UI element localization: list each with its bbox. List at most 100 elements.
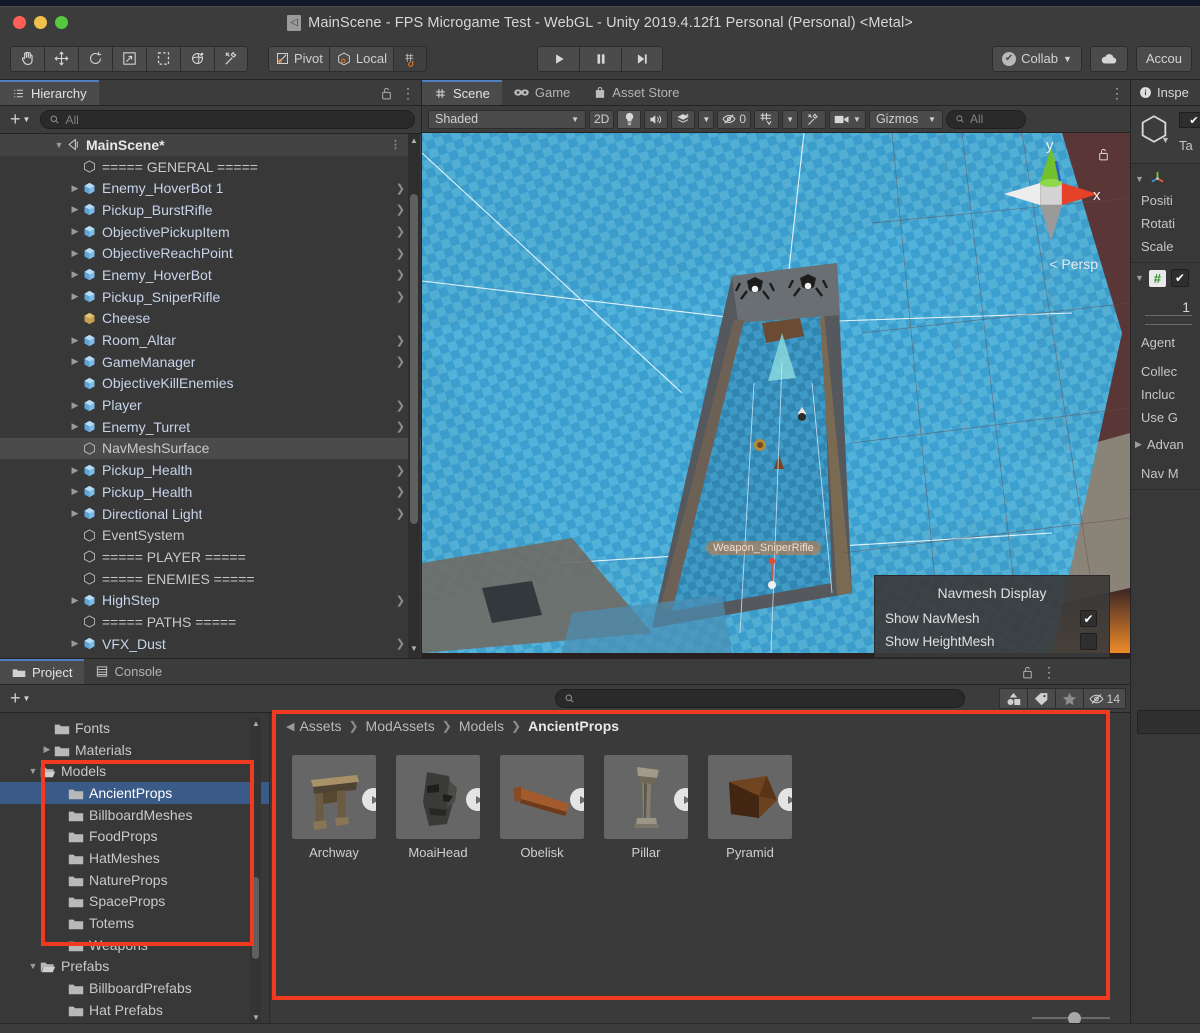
hierarchy-item-pickup-sniperrifle[interactable]: ▶ Pickup_SniperRifle ❯ (0, 286, 421, 308)
hidden-count-button[interactable]: 14 (1082, 688, 1126, 709)
scene-audio-button[interactable] (644, 109, 669, 129)
gizmo-persp-label[interactable]: < Persp (1049, 256, 1098, 272)
asset-item-pyramid[interactable]: Pyramid (708, 755, 792, 860)
hierarchy-item-highstep[interactable]: ▶ HighStep ❯ (0, 589, 421, 611)
hierarchy-item-eventsystem[interactable]: EventSystem (0, 524, 421, 546)
prefab-open-icon[interactable]: ❯ (396, 225, 405, 238)
scene-viewport[interactable]: Weapon_SniperRifle y x < Persp Navmesh D… (422, 133, 1130, 658)
hierarchy-item-general[interactable]: ===== GENERAL ===== (0, 156, 421, 178)
scene-search-input[interactable]: All (945, 109, 1026, 129)
scroll-up-button[interactable]: ▲ (408, 136, 420, 148)
expand-arrow-icon[interactable]: ▶ (68, 204, 82, 215)
prefab-open-icon[interactable]: ❯ (396, 399, 405, 412)
hierarchy-item-enemy-hoverbot-1[interactable]: ▶ Enemy_HoverBot 1 ❯ (0, 177, 421, 199)
custom-editor-tool-button[interactable] (214, 45, 248, 72)
hierarchy-item-paths[interactable]: ===== PATHS ===== (0, 611, 421, 633)
archway-thumbnail[interactable] (292, 755, 376, 839)
hierarchy-item-player[interactable]: ===== PLAYER ===== (0, 546, 421, 568)
grid-snap-button[interactable] (392, 45, 427, 72)
2d-toggle-button[interactable]: 2D (589, 109, 615, 129)
hierarchy-item-directional-light[interactable]: ▶ Directional Light ❯ (0, 503, 421, 525)
create-object-button[interactable]: + ▼ (6, 109, 34, 130)
expand-arrow-icon[interactable]: ▶ (68, 291, 82, 302)
expand-arrow-icon[interactable]: ▶ (68, 335, 82, 346)
hierarchy-item-objectivereachpoint[interactable]: ▶ ObjectiveReachPoint ❯ (0, 242, 421, 264)
chevron-right-icon[interactable]: ▶ (1135, 439, 1142, 450)
hierarchy-item-gamemanager[interactable]: ▶ GameManager ❯ (0, 351, 421, 373)
hierarchy-item-objectivepickupitem[interactable]: ▶ ObjectivePickupItem ❯ (0, 221, 421, 243)
move-tool-button[interactable] (44, 45, 78, 72)
project-folder-spaceprops[interactable]: SpaceProps (0, 891, 269, 913)
chevron-down-icon[interactable]: ▼ (1135, 273, 1144, 283)
breadcrumb-item-ancientprops[interactable]: AncientProps (528, 718, 619, 734)
breadcrumb-item-models[interactable]: Models (459, 718, 504, 734)
prefab-open-icon[interactable]: ❯ (396, 334, 405, 347)
prefab-open-icon[interactable]: ❯ (396, 594, 405, 607)
prefab-open-icon[interactable]: ❯ (396, 182, 405, 195)
project-folder-billboardprefabs[interactable]: BillboardPrefabs (0, 977, 269, 999)
prefab-open-icon[interactable]: ❯ (396, 203, 405, 216)
show-heightmesh-row[interactable]: Show HeightMesh (875, 630, 1109, 653)
scroll-down-button[interactable]: ▼ (408, 644, 420, 656)
scene-lighting-button[interactable] (617, 109, 642, 129)
expand-arrow-icon[interactable]: ▶ (68, 465, 82, 476)
chevron-down-icon[interactable]: ▼ (1161, 135, 1170, 145)
tab-inspector-label[interactable]: Inspe (1157, 85, 1189, 100)
project-folder-fonts[interactable]: Fonts (0, 717, 269, 739)
advanced-foldout[interactable]: ▶ Advan (1131, 435, 1200, 454)
expand-arrow-icon[interactable]: ▶ (68, 486, 82, 497)
obelisk-thumbnail[interactable] (500, 755, 584, 839)
agent-index-value[interactable]: 1 (1145, 299, 1192, 316)
show-heightmesh-checkbox[interactable] (1080, 633, 1097, 650)
breadcrumb-back-arrow[interactable]: ◀ (286, 720, 294, 733)
hierarchy-list[interactable]: ▼ MainScene* ⋮ ===== GENERAL ===== ▶ Enemy… (0, 134, 421, 658)
tab-scene[interactable]: Scene (422, 80, 502, 105)
hierarchy-item-objectivekillenemies[interactable]: ObjectiveKillEnemies (0, 373, 421, 395)
hierarchy-item-enemy-turret[interactable]: ▶ Enemy_Turret ❯ (0, 416, 421, 438)
collab-button[interactable]: ✔ Collab ▼ (992, 45, 1082, 72)
transform-header[interactable]: ▼ (1131, 168, 1200, 189)
project-search-input[interactable] (555, 689, 965, 708)
prefab-open-icon[interactable]: ❯ (396, 464, 405, 477)
tab-console[interactable]: Console (84, 659, 174, 684)
prefab-open-icon[interactable]: ❯ (396, 247, 405, 260)
hierarchy-item-enemy-hoverbot[interactable]: ▶ Enemy_HoverBot ❯ (0, 264, 421, 286)
hierarchy-item-navmeshsurface[interactable]: NavMeshSurface (0, 437, 421, 460)
project-folder-materials[interactable]: ▶ Materials (0, 739, 269, 761)
component-enabled-checkbox[interactable]: ✔ (1170, 269, 1189, 287)
hierarchy-item-pickup-health[interactable]: ▶ Pickup_Health ❯ (0, 481, 421, 503)
project-asset-browser[interactable]: ◀ Assets ❯ ModAssets ❯ Models ❯ AncientP… (270, 713, 1130, 1033)
lock-icon[interactable] (1021, 665, 1034, 680)
scene-axis-gizmo[interactable]: y x < Persp (996, 137, 1108, 274)
axis-gizmo-icon[interactable] (996, 139, 1106, 249)
kebab-menu-icon[interactable]: ⋮ (1042, 665, 1056, 679)
hierarchy-item-pickup-health[interactable]: ▶ Pickup_Health ❯ (0, 459, 421, 481)
tab-game[interactable]: Game (502, 80, 582, 105)
project-folder-hat-prefabs[interactable]: Hat Prefabs (0, 999, 269, 1021)
inspector-field-box[interactable] (1137, 710, 1200, 734)
rect-tool-button[interactable] (146, 45, 180, 72)
scrollbar-thumb[interactable] (410, 194, 418, 524)
breadcrumb-item-modassets[interactable]: ModAssets (366, 718, 435, 734)
transform-tool-button[interactable] (180, 45, 214, 72)
hierarchy-item-room-altar[interactable]: ▶ Room_Altar ❯ (0, 329, 421, 351)
show-navmesh-checkbox[interactable]: ✔ (1080, 610, 1097, 627)
expand-arrow-icon[interactable]: ▶ (68, 421, 82, 432)
pause-button[interactable] (579, 45, 621, 72)
play-button[interactable] (537, 45, 579, 72)
type-filter-button[interactable] (998, 688, 1027, 709)
kebab-menu-icon[interactable]: ⋮ (1110, 86, 1124, 100)
scene-camera-button[interactable]: ▼ (829, 109, 866, 129)
expand-arrow-icon[interactable]: ▼ (26, 766, 40, 776)
project-folder-tree[interactable]: Fonts ▶ Materials ▼ Models AncientProps Billbo… (0, 713, 270, 1033)
lock-icon[interactable] (380, 86, 393, 101)
expand-arrow-icon[interactable]: ▼ (26, 961, 40, 971)
hierarchy-search-input[interactable]: All (40, 110, 415, 129)
lock-icon[interactable] (1097, 147, 1110, 162)
asset-item-moaihead[interactable]: MoaiHead (396, 755, 480, 860)
asset-item-archway[interactable]: Archway (292, 755, 376, 860)
prefab-open-icon[interactable]: ❯ (396, 507, 405, 520)
gizmos-dropdown[interactable]: Gizmos ▼ (868, 109, 943, 129)
hierarchy-scrollbar[interactable]: ▲ ▼ (408, 134, 420, 658)
tab-hierarchy[interactable]: Hierarchy (0, 80, 99, 105)
